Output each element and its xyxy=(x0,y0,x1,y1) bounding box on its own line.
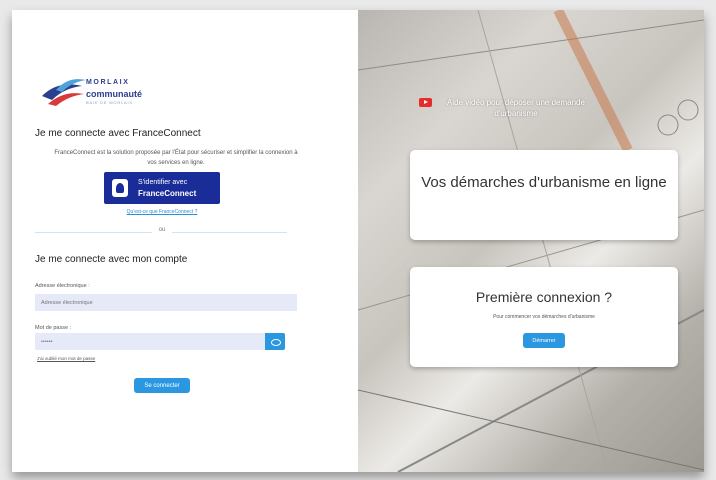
first-login-card: Première connexion ? Pour commencer vos … xyxy=(410,267,678,367)
architectural-drawing-background xyxy=(358,10,704,472)
logo-brand-name: communauté xyxy=(86,89,143,99)
franceconnect-description: FranceConnect est la solution proposée p… xyxy=(54,150,298,166)
account-title: Je me connecte avec mon compte xyxy=(35,254,188,265)
separator-label: ou xyxy=(152,227,172,233)
login-button[interactable]: Se connecter xyxy=(134,378,190,393)
online-procedures-title: Vos démarches d'urbanisme en ligne xyxy=(421,174,667,191)
franceconnect-title: Je me connecte avec FranceConnect xyxy=(35,128,201,139)
franceconnect-icon xyxy=(112,179,128,197)
franceconnect-button[interactable]: S'identifier avec FranceConnect xyxy=(104,172,220,204)
first-login-title: Première connexion ? xyxy=(475,289,613,305)
email-field[interactable] xyxy=(35,294,297,311)
video-help-link[interactable]: Aide vidéo pour déposer une demande d'ur… xyxy=(436,97,596,119)
start-button[interactable]: Démarrer xyxy=(523,333,565,348)
franceconnect-button-line1: S'identifier avec xyxy=(138,179,188,186)
online-procedures-card: Vos démarches d'urbanisme en ligne xyxy=(410,150,678,240)
franceconnect-button-line2: FranceConnect xyxy=(138,189,197,198)
first-login-subtitle: Pour commencer vos démarches d'urbanisme xyxy=(493,314,595,320)
password-label: Mot de passe : xyxy=(35,325,72,331)
logo-brand-top: MORLAIX xyxy=(86,79,130,86)
background-image-panel xyxy=(358,10,704,472)
forgot-password-link[interactable]: J'ai oublié mon mot de passe xyxy=(37,356,95,361)
show-password-icon[interactable] xyxy=(265,333,285,350)
email-label: Adresse électronique : xyxy=(35,283,90,289)
logo-tagline: BAIE DE MORLAIX xyxy=(86,100,133,105)
franceconnect-info-link[interactable]: Qu'est-ce que FranceConnect ? xyxy=(102,209,222,215)
password-field[interactable] xyxy=(35,333,265,350)
youtube-icon[interactable] xyxy=(419,98,432,107)
